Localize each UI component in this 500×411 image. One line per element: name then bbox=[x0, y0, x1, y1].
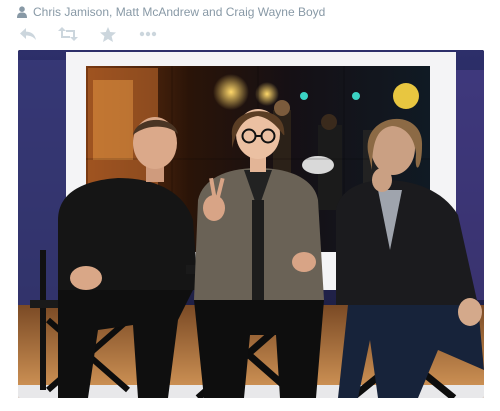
retweet-icon bbox=[58, 27, 78, 41]
favorite-button[interactable] bbox=[98, 26, 118, 42]
tweet-actions bbox=[18, 26, 158, 42]
favorite-star-icon bbox=[100, 26, 116, 42]
tagged-people-text[interactable]: Chris Jamison, Matt McAndrew and Craig W… bbox=[33, 5, 325, 19]
person-icon bbox=[17, 6, 27, 18]
tweet-photo[interactable] bbox=[18, 50, 484, 398]
retweet-button[interactable] bbox=[58, 26, 78, 42]
reply-button[interactable] bbox=[18, 26, 38, 42]
more-icon bbox=[139, 31, 157, 37]
photo-tag-line: Chris Jamison, Matt McAndrew and Craig W… bbox=[17, 4, 325, 20]
more-button[interactable] bbox=[138, 26, 158, 42]
reply-icon bbox=[20, 27, 36, 41]
